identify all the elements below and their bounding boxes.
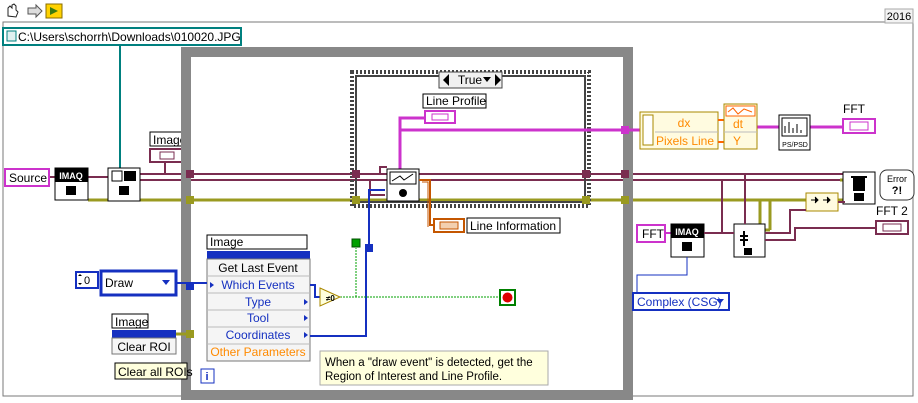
event-item-5: Other Parameters [210,345,305,359]
svg-text:Complex (CSG): Complex (CSG) [637,295,722,309]
svg-text:≠0: ≠0 [326,294,335,303]
svg-text:i: i [205,371,208,383]
comment-line2: Region of Interest and Line Profile. [325,371,502,383]
imaq-file-node[interactable] [107,167,141,202]
block-diagram: 2016 C:\Users\schorrh\Downloads\010020.J… [0,0,918,403]
line-profile-node[interactable] [386,168,420,202]
version-text: 2016 [887,11,911,23]
ps-psd-node[interactable]: PS/PSD [778,114,811,151]
svg-text:dx: dx [678,116,691,130]
stop-terminal[interactable] [499,289,516,306]
svg-text:?!: ?! [892,185,902,197]
path-constant[interactable]: C:\Users\schorrh\Downloads\010020.JPG [2,27,242,46]
event-data-node[interactable]: Image Get Last Event Which Events Type T… [206,234,311,362]
arrow-right-icon[interactable] [27,3,43,19]
error-out-indicator: Error ?! [879,169,915,201]
svg-text:Y: Y [733,134,741,148]
event-item-0: Get Last Event [218,261,298,275]
case-selector-label: True [458,73,483,87]
version-badge: 2016 [884,8,914,24]
event-item-4: Coordinates [226,328,291,342]
svg-text:Pixels Line: Pixels Line [656,134,714,148]
hand-icon[interactable] [7,3,19,18]
svg-text:PS/PSD: PS/PSD [782,142,808,149]
svg-text:FFT: FFT [843,102,866,116]
complex-enum[interactable]: Complex (CSG) [632,292,730,311]
svg-text:Line Information: Line Information [470,219,556,233]
fft-vi-node[interactable] [733,223,766,258]
svg-text:Error: Error [887,174,907,184]
event-item-1: Which Events [221,278,294,292]
svg-text:dt: dt [733,117,744,131]
run-highlight-icon[interactable] [45,3,63,19]
diagram-canvas: 2016 C:\Users\schorrh\Downloads\010020.J… [2,3,915,400]
path-text: C:\Users\schorrh\Downloads\010020.JPG [18,30,241,44]
line-information-indicator: Line Information [433,217,561,234]
event-item-2: Type [245,295,271,309]
comment-line1: When a "draw event" is detected, get the [325,357,533,369]
svg-text:Draw: Draw [105,276,133,290]
svg-text:Clear ROI: Clear ROI [117,340,170,354]
draw-enum[interactable]: Draw [99,269,178,297]
imaq-read-node[interactable]: IMAQ [54,167,89,201]
imaq-fft-node[interactable]: IMAQ [670,223,705,258]
source-label: Source [9,171,47,185]
svg-text:FFT: FFT [642,227,665,241]
source-control[interactable]: Source [4,168,50,187]
numeric-control[interactable]: 0 [75,271,99,289]
clear-all-rois-constant[interactable]: Clear all ROIs [114,362,193,380]
svg-text:Line Profile: Line Profile [426,94,486,108]
svg-text:FFT 2: FFT 2 [876,204,908,218]
build-array-node[interactable] [805,192,839,212]
comment-box: When a "draw event" is detected, get the… [319,350,549,386]
fft-control[interactable]: FFT [636,224,666,243]
info-icon[interactable]: i [200,368,215,384]
svg-text:Image: Image [210,235,244,249]
dispose-node[interactable] [842,171,876,205]
svg-text:Image: Image [115,315,149,329]
svg-text:IMAQ: IMAQ [675,227,699,237]
svg-text:0: 0 [84,275,90,287]
imaq-read-text: IMAQ [59,171,83,181]
svg-text:Clear all ROIs: Clear all ROIs [118,365,193,379]
event-item-3: Tool [247,311,269,325]
